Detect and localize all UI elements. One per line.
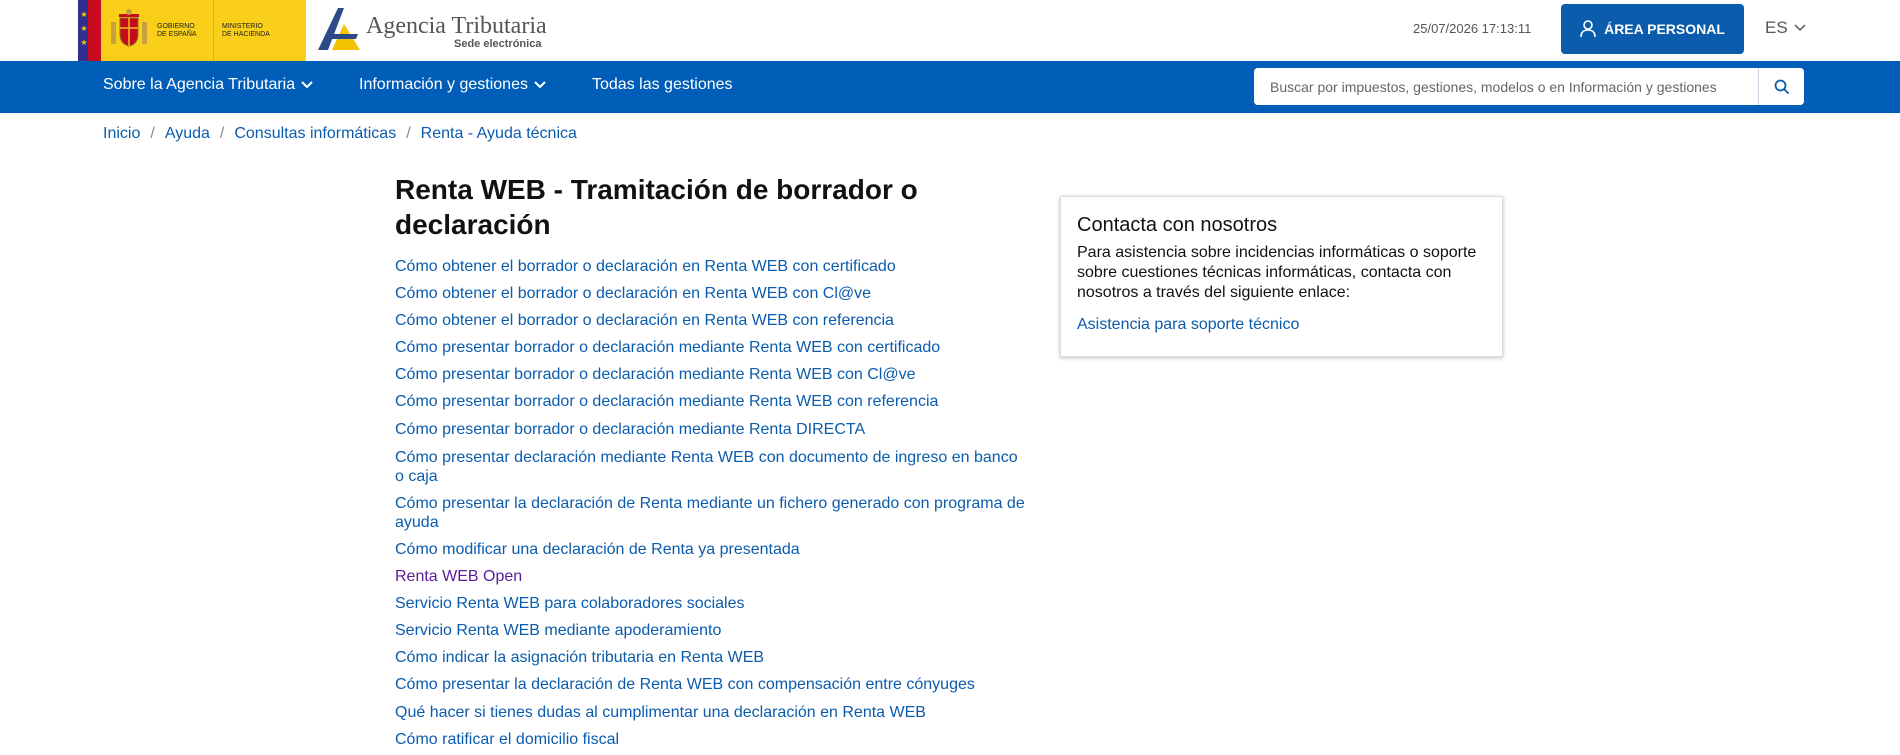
nav-item-label: Todas las gestiones	[592, 76, 733, 93]
help-link[interactable]: Cómo presentar borrador o declaración me…	[395, 420, 1035, 439]
breadcrumb-item-inicio[interactable]: Inicio	[103, 125, 140, 143]
help-link[interactable]: Cómo presentar declaración mediante Rent…	[395, 448, 1025, 486]
help-link[interactable]: Cómo presentar borrador o declaración me…	[395, 365, 1035, 384]
help-link[interactable]: Cómo presentar la declaración de Renta m…	[395, 494, 1035, 532]
help-link[interactable]: Cómo obtener el borrador o declaración e…	[395, 311, 1035, 330]
contact-card: Contacta con nosotros Para asistencia so…	[1060, 196, 1503, 357]
chevron-down-icon	[1794, 24, 1806, 32]
help-link[interactable]: Cómo modificar una declaración de Renta …	[395, 540, 1035, 559]
user-icon	[1580, 20, 1596, 38]
help-link[interactable]: Cómo obtener el borrador o declaración e…	[395, 257, 1035, 276]
breadcrumb-separator: /	[219, 125, 225, 142]
aeat-emblem-icon	[318, 8, 360, 50]
breadcrumb-item-ayuda[interactable]: Ayuda	[165, 125, 210, 143]
main-navigation: Sobre la Agencia Tributaria Información …	[0, 61, 1900, 113]
help-link[interactable]: Servicio Renta WEB para colaboradores so…	[395, 594, 1035, 613]
nav-item-sobre-agencia[interactable]: Sobre la Agencia Tributaria	[103, 76, 313, 94]
area-personal-button[interactable]: ÁREA PERSONAL	[1561, 4, 1744, 54]
language-label: ES	[1765, 18, 1788, 37]
agencia-tributaria-logo[interactable]: Agencia Tributaria Sede electrónica	[314, 6, 554, 56]
search-button[interactable]	[1758, 68, 1804, 105]
help-link[interactable]: Cómo presentar la declaración de Renta W…	[395, 675, 1035, 694]
site-header: ★ ★ ★ GOBIERNO DE ESPAÑA MINISTERIO DE HAC…	[0, 0, 1900, 61]
language-selector[interactable]: ES	[1765, 18, 1806, 38]
eu-flag-stripe: ★ ★ ★	[78, 0, 101, 61]
breadcrumb-separator: /	[150, 125, 155, 142]
chevron-down-icon	[534, 81, 546, 89]
area-personal-label: ÁREA PERSONAL	[1604, 21, 1725, 37]
nav-item-label: Sobre la Agencia Tributaria	[103, 76, 296, 93]
help-link[interactable]: Cómo obtener el borrador o declaración e…	[395, 284, 1035, 303]
eu-stars-icon: ★ ★ ★	[80, 10, 88, 47]
nav-item-informacion-gestiones[interactable]: Información y gestiones	[359, 76, 546, 94]
help-link-visited[interactable]: Renta WEB Open	[395, 567, 1035, 586]
ministry-text: MINISTERIO DE HACIENDA	[222, 22, 270, 38]
contact-title: Contacta con nosotros	[1077, 214, 1278, 236]
search-icon	[1774, 79, 1789, 94]
divider	[213, 0, 214, 61]
support-link[interactable]: Asistencia para soporte técnico	[1077, 316, 1299, 333]
help-link[interactable]: Servicio Renta WEB mediante apoderamient…	[395, 621, 1035, 640]
breadcrumb-item-renta-ayuda[interactable]: Renta - Ayuda técnica	[421, 125, 577, 143]
nav-item-todas-gestiones[interactable]: Todas las gestiones	[592, 76, 733, 94]
nav-item-label: Información y gestiones	[359, 76, 528, 93]
chevron-down-icon	[301, 81, 313, 89]
brand-title: Agencia Tributaria	[366, 13, 547, 39]
current-datetime: 25/07/2026 17:13:11	[1413, 21, 1532, 36]
government-text: GOBIERNO DE ESPAÑA	[157, 22, 197, 38]
government-logo[interactable]: ★ ★ ★ GOBIERNO DE ESPAÑA MINISTERIO DE HAC…	[78, 0, 306, 61]
help-link-list: Cómo obtener el borrador o declaración e…	[395, 257, 1035, 749]
breadcrumb: Inicio / Ayuda / Consultas informáticas …	[103, 125, 577, 143]
help-link[interactable]: Qué hacer si tienes dudas al cumplimenta…	[395, 703, 1035, 722]
help-link[interactable]: Cómo presentar borrador o declaración me…	[395, 338, 1035, 357]
page-title: Renta WEB - Tramitación de borrador o de…	[395, 174, 918, 240]
search-box	[1254, 68, 1804, 105]
spain-coat-of-arms-icon	[109, 8, 149, 54]
brand-subtitle: Sede electrónica	[454, 38, 542, 50]
search-input[interactable]	[1254, 68, 1757, 105]
breadcrumb-separator: /	[406, 125, 411, 142]
government-banner: GOBIERNO DE ESPAÑA MINISTERIO DE HACIEND…	[101, 0, 306, 61]
help-link[interactable]: Cómo indicar la asignación tributaria en…	[395, 648, 1035, 667]
help-link[interactable]: Cómo presentar borrador o declaración me…	[395, 392, 1035, 411]
contact-text: Para asistencia sobre incidencias inform…	[1077, 244, 1477, 301]
help-link[interactable]: Cómo ratificar el domicilio fiscal	[395, 730, 1035, 749]
breadcrumb-item-consultas[interactable]: Consultas informáticas	[234, 125, 396, 143]
